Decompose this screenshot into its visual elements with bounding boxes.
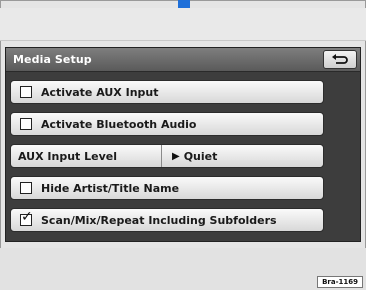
activate-bluetooth-audio-option[interactable]: Activate Bluetooth Audio: [10, 112, 324, 136]
aux-level-value: Quiet: [183, 149, 218, 163]
checkbox[interactable]: [20, 118, 32, 130]
hide-artist-title-option[interactable]: Hide Artist/Title Name: [10, 176, 324, 200]
option-label: Hide Artist/Title Name: [41, 181, 180, 195]
top-bar: [0, 8, 366, 41]
bottom-bar: Bra-1169: [0, 248, 366, 290]
accent-marker: [178, 0, 190, 8]
aux-input-level-selector[interactable]: ▶ Quiet: [162, 145, 323, 167]
aux-input-level-label-cell: AUX Input Level: [11, 145, 162, 167]
checkbox[interactable]: ✓: [20, 210, 33, 226]
media-setup-panel: Media Setup Activate AUX Input Activate …: [5, 47, 361, 242]
option-label: Activate AUX Input: [41, 85, 159, 99]
option-label: Scan/Mix/Repeat Including Subfolders: [41, 213, 277, 227]
figure-reference: Bra-1169: [317, 276, 363, 288]
play-arrow-icon: ▶: [172, 150, 180, 162]
checkmark-icon: ✓: [21, 209, 33, 225]
page-title: Media Setup: [13, 53, 92, 66]
panel-header: Media Setup: [6, 48, 360, 72]
checkbox[interactable]: [20, 86, 32, 98]
activate-aux-input-option[interactable]: Activate AUX Input: [10, 80, 324, 104]
option-label: AUX Input Level: [18, 149, 118, 163]
return-arrow-icon: [332, 53, 348, 64]
back-button[interactable]: [323, 50, 357, 69]
scan-mix-repeat-option[interactable]: ✓ Scan/Mix/Repeat Including Subfolders: [10, 208, 324, 232]
option-label: Activate Bluetooth Audio: [41, 117, 197, 131]
aux-input-level-row: AUX Input Level ▶ Quiet: [10, 144, 324, 168]
checkbox[interactable]: [20, 182, 32, 194]
